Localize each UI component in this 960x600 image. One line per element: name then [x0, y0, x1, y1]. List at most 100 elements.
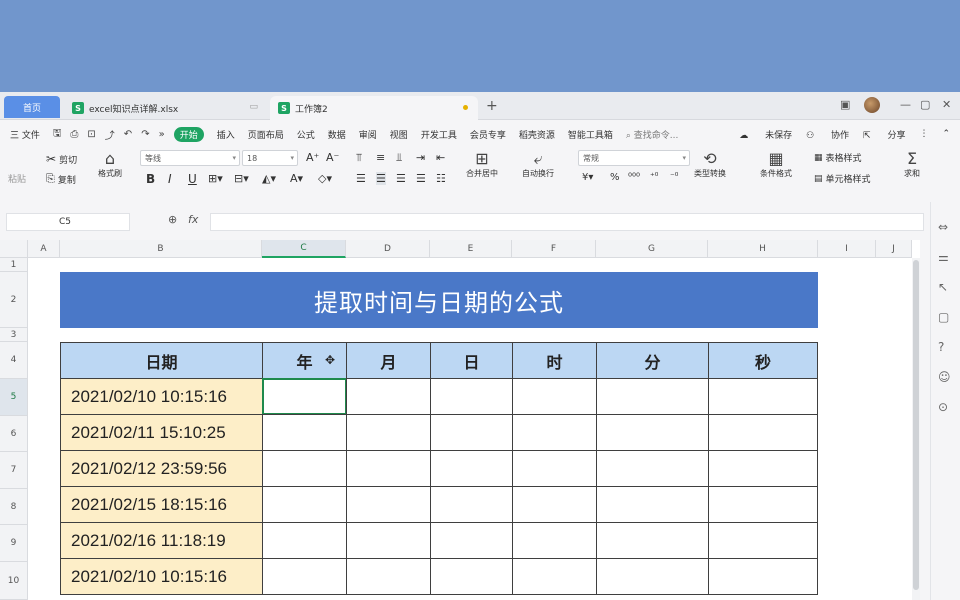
cloud-save-button[interactable]: ☁ 未保存: [739, 128, 792, 141]
result-cell[interactable]: [262, 450, 347, 487]
result-cell[interactable]: [708, 378, 818, 415]
result-cell[interactable]: [596, 558, 709, 595]
vertical-scrollbar[interactable]: [912, 258, 920, 600]
header-date[interactable]: 日期: [60, 342, 263, 379]
font-color-icon[interactable]: A▾: [290, 172, 303, 185]
result-cell[interactable]: [430, 414, 513, 451]
font-name-select[interactable]: 等线 ▾: [140, 150, 240, 166]
menu-formulas[interactable]: 公式: [297, 128, 315, 141]
row-header-3[interactable]: 3: [0, 328, 28, 342]
row-header-1[interactable]: 1: [0, 258, 28, 272]
fx-icon[interactable]: fx: [188, 213, 198, 226]
select-pointer-icon[interactable]: ↖: [938, 280, 948, 294]
result-cell[interactable]: [262, 414, 347, 451]
save-icon[interactable]: 🖫: [53, 126, 62, 143]
italic-icon[interactable]: I: [168, 172, 172, 186]
column-header-i[interactable]: I: [818, 240, 876, 258]
cell-style-button[interactable]: ▤ 单元格样式: [814, 172, 871, 186]
column-header-c[interactable]: C: [262, 240, 346, 258]
scrollbar-thumb[interactable]: [913, 260, 919, 590]
outdent-icon[interactable]: ⇤: [436, 151, 445, 164]
result-cell[interactable]: [596, 522, 709, 559]
sum-button[interactable]: Σ 求和: [904, 150, 920, 179]
column-header-d[interactable]: D: [346, 240, 430, 258]
date-cell[interactable]: 2021/02/15 18:15:16: [60, 486, 263, 523]
shape-icon[interactable]: ▢: [938, 310, 949, 324]
merge-center-button[interactable]: ⊞ 合并居中: [466, 150, 498, 179]
row-header-9[interactable]: 9: [0, 525, 28, 562]
align-middle-icon[interactable]: ≡: [376, 151, 385, 164]
format-painter-button[interactable]: ⌂ 格式刷: [98, 150, 122, 179]
result-cell[interactable]: [512, 414, 597, 451]
align-bottom-icon[interactable]: ⫫: [396, 151, 402, 165]
font-size-select[interactable]: 18 ▾: [242, 150, 298, 166]
align-center-icon[interactable]: ☰: [376, 172, 386, 185]
result-cell[interactable]: [346, 414, 431, 451]
sheet-title[interactable]: 提取时间与日期的公式: [60, 272, 818, 328]
menu-insert[interactable]: 插入: [217, 128, 235, 141]
tab-workbook2[interactable]: S 工作簿2: [270, 96, 478, 120]
row-header-10[interactable]: 10: [0, 562, 28, 600]
robot-icon[interactable]: ☺: [938, 370, 951, 384]
clear-icon[interactable]: ◇▾: [318, 172, 332, 185]
row-header-6[interactable]: 6: [0, 416, 28, 452]
help-icon[interactable]: ?: [938, 340, 944, 354]
result-cell[interactable]: [512, 450, 597, 487]
menu-developer[interactable]: 开发工具: [421, 128, 457, 141]
formula-input[interactable]: [210, 213, 924, 231]
conditional-format-button[interactable]: ▦ 条件格式: [760, 150, 792, 179]
menu-file[interactable]: 三 文件: [10, 128, 40, 141]
close-icon[interactable]: ▭: [249, 102, 258, 112]
active-cell[interactable]: [262, 378, 347, 415]
collapse-panel-icon[interactable]: ⇔: [938, 220, 948, 234]
paste-button[interactable]: 粘贴: [8, 172, 26, 185]
date-cell[interactable]: 2021/02/10 10:15:16: [60, 558, 263, 595]
column-header-h[interactable]: H: [708, 240, 818, 258]
result-cell[interactable]: [596, 414, 709, 451]
result-cell[interactable]: [708, 414, 818, 451]
result-cell[interactable]: [596, 378, 709, 415]
layout-icon[interactable]: ▣: [840, 98, 850, 111]
result-cell[interactable]: [512, 558, 597, 595]
result-cell[interactable]: [430, 486, 513, 523]
fill-shape-icon[interactable]: ⊟▾: [234, 172, 249, 185]
header-hour[interactable]: 时: [512, 342, 597, 379]
header-second[interactable]: 秒: [708, 342, 818, 379]
date-cell[interactable]: 2021/02/10 10:15:16: [60, 378, 263, 415]
result-cell[interactable]: [596, 450, 709, 487]
row-header-2[interactable]: 2: [0, 272, 28, 328]
name-box[interactable]: C5: [6, 213, 130, 231]
distribute-icon[interactable]: ☷: [436, 172, 446, 185]
decrease-decimal-icon[interactable]: ⁻⁰: [670, 172, 678, 182]
header-month[interactable]: 月: [346, 342, 431, 379]
result-cell[interactable]: [346, 558, 431, 595]
indent-icon[interactable]: ⇥: [416, 151, 425, 164]
menu-member[interactable]: 会员专享: [470, 128, 506, 141]
bold-icon[interactable]: B: [146, 172, 155, 186]
menu-smart-tools[interactable]: 智能工具箱: [568, 128, 613, 141]
result-cell[interactable]: [708, 486, 818, 523]
font-shrink-icon[interactable]: A⁻: [326, 151, 339, 164]
align-right-icon[interactable]: ☰: [396, 172, 406, 185]
menu-page-layout[interactable]: 页面布局: [248, 128, 284, 141]
menu-home[interactable]: 开始: [173, 126, 204, 142]
row-header-8[interactable]: 8: [0, 489, 28, 525]
align-left-icon[interactable]: ☰: [356, 172, 366, 185]
row-header-5[interactable]: 5: [0, 379, 28, 416]
header-day[interactable]: 日: [430, 342, 513, 379]
print-icon[interactable]: ⎙: [70, 129, 78, 140]
redo-icon[interactable]: ↷: [141, 129, 149, 140]
header-minute[interactable]: 分: [596, 342, 709, 379]
date-cell[interactable]: 2021/02/12 23:59:56: [60, 450, 263, 487]
zoom-icon[interactable]: ⊕: [168, 213, 177, 226]
column-header-e[interactable]: E: [430, 240, 512, 258]
table-style-button[interactable]: ▦ 表格样式: [814, 151, 862, 165]
align-top-icon[interactable]: ⫪: [356, 151, 362, 165]
print-preview-icon[interactable]: ⊡: [87, 129, 95, 140]
tab-excel-doc[interactable]: S excel知识点详解.xlsx ▭: [64, 96, 268, 120]
date-cell[interactable]: 2021/02/11 15:10:25: [60, 414, 263, 451]
share-button[interactable]: ⇱ 分享: [863, 128, 905, 141]
result-cell[interactable]: [596, 486, 709, 523]
cut-button[interactable]: ✂ 剪切: [46, 152, 77, 166]
result-cell[interactable]: [430, 450, 513, 487]
